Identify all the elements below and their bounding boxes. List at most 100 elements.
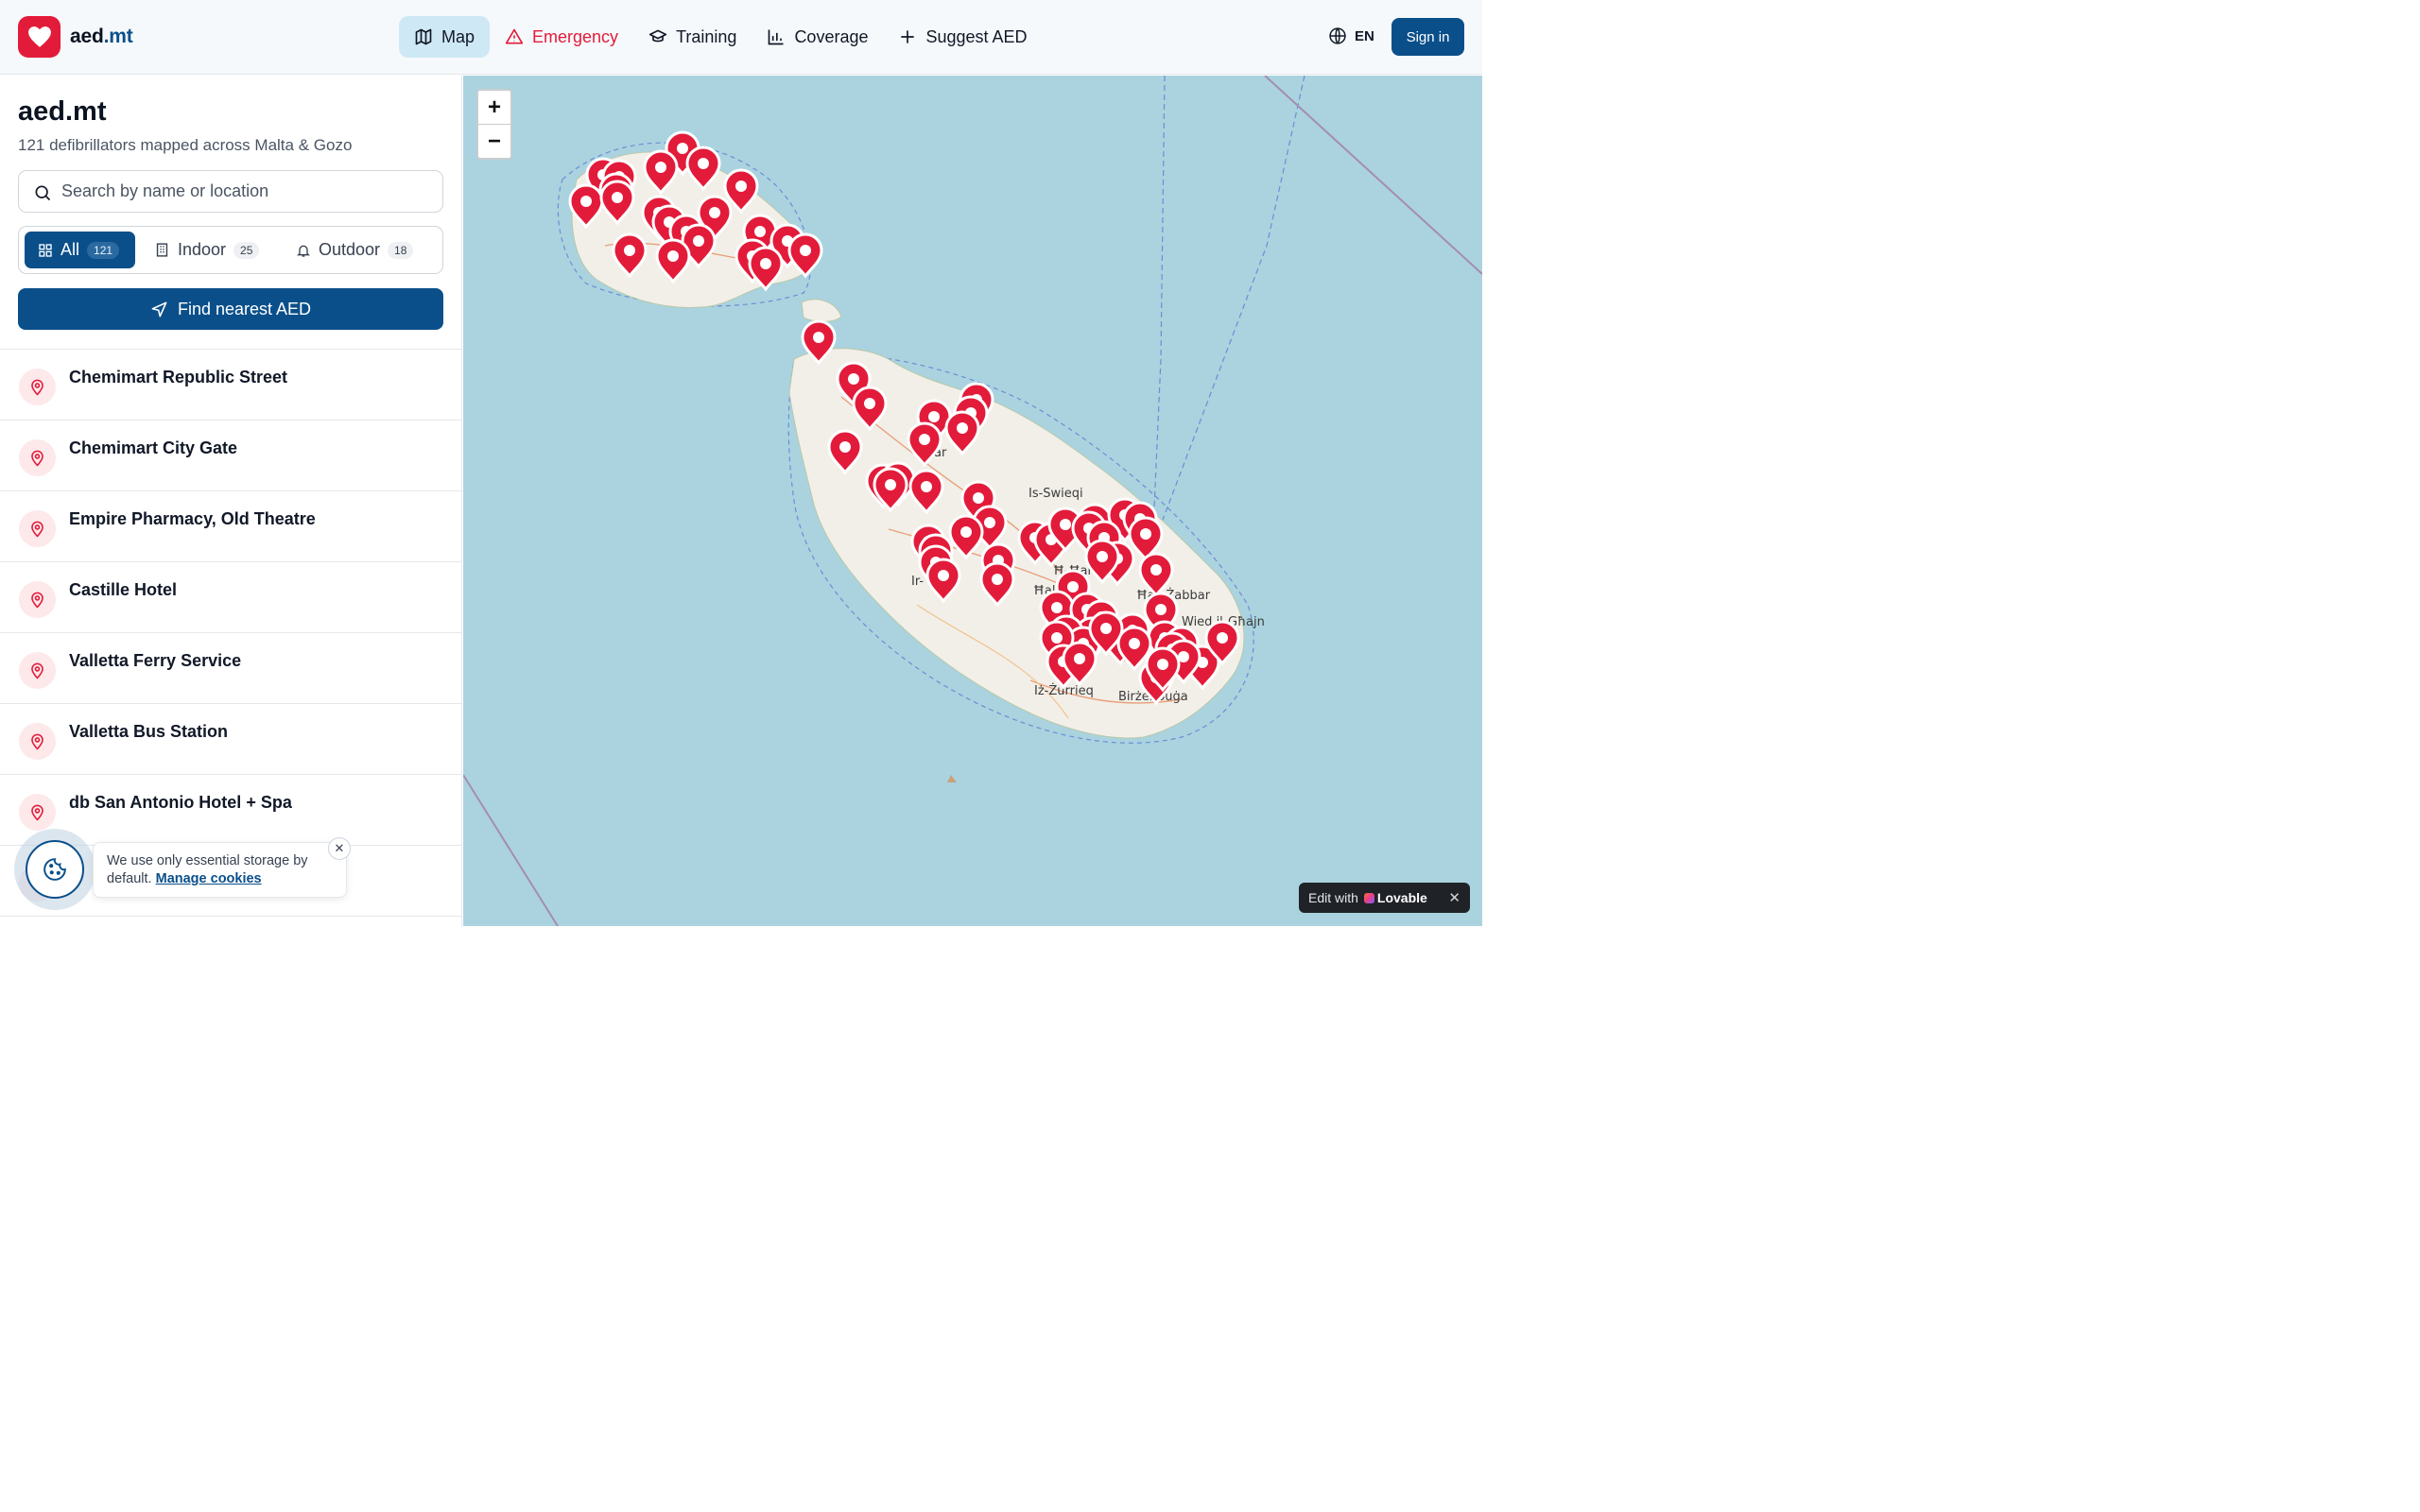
zoom-control: + −	[476, 89, 512, 160]
nav-map[interactable]: Map	[399, 16, 491, 58]
location-name: Castille Hotel	[69, 580, 178, 599]
lovable-brand-text: Lovable	[1376, 890, 1427, 905]
aed-marker[interactable]	[685, 146, 721, 192]
zoom-out-button[interactable]: −	[478, 125, 510, 159]
main-nav: Map Emergency Training Coverage Suggest …	[399, 16, 1043, 58]
filter-all-label: All	[60, 240, 80, 259]
list-item[interactable]: Chemimart City Gate	[0, 421, 461, 491]
lovable-logo-icon	[1363, 892, 1374, 903]
nav-suggest-aed-label: Suggest AED	[925, 26, 1028, 46]
filter-outdoor-count: 18	[388, 241, 414, 259]
map-view[interactable]: Is-Swieqi Ħal Ħaż-Żabbar Wied il-Għajn I…	[463, 76, 1482, 926]
map-pin-icon	[19, 369, 56, 405]
aed-marker[interactable]	[852, 386, 888, 432]
aed-marker[interactable]	[1138, 552, 1174, 598]
bell-icon	[297, 245, 310, 257]
sidebar-subtitle: 121 defibrillators mapped across Malta &…	[18, 136, 353, 154]
close-icon: ✕	[334, 841, 345, 855]
map-pin-icon	[19, 439, 56, 476]
brand-name[interactable]: aed.mt	[70, 26, 133, 48]
cookie-close-button[interactable]: ✕	[328, 837, 351, 860]
map-pin-icon	[19, 794, 56, 831]
close-icon[interactable]: ✕	[1448, 889, 1461, 906]
filter-outdoor-label: Outdoor	[319, 240, 381, 259]
lovable-badge[interactable]: Edit with Lovable ✕	[1299, 883, 1470, 913]
map-pin-icon	[19, 723, 56, 760]
bar-chart-icon	[769, 29, 784, 45]
aed-marker[interactable]	[908, 469, 944, 515]
filter-indoor[interactable]: Indoor 25	[141, 232, 272, 268]
aed-marker[interactable]	[944, 410, 980, 456]
nav-emergency[interactable]: Emergency	[490, 16, 633, 58]
aed-marker[interactable]	[612, 232, 648, 279]
find-nearest-aed-button[interactable]: Find nearest AED	[18, 288, 443, 330]
sidebar: aed.mt 121 defibrillators mapped across …	[0, 76, 462, 926]
navigation-arrow-icon	[151, 301, 167, 317]
aed-marker[interactable]	[979, 561, 1015, 608]
cookie-icon	[43, 858, 66, 881]
aed-marker[interactable]	[925, 558, 961, 604]
location-name: Empire Pharmacy, Old Theatre	[69, 509, 316, 528]
zoom-in-button[interactable]: +	[478, 91, 510, 125]
plus-icon	[901, 30, 915, 43]
filter-group: All 121 Indoor 25 Outdoor 18	[18, 226, 443, 274]
grid-icon	[39, 243, 52, 257]
filter-outdoor[interactable]: Outdoor 18	[283, 232, 426, 268]
manage-cookies-link[interactable]: Manage cookies	[156, 871, 262, 886]
filter-indoor-count: 25	[233, 241, 260, 259]
list-item[interactable]: Valletta Bus Station	[0, 704, 461, 775]
aed-marker[interactable]	[599, 180, 635, 226]
list-item[interactable]: Castille Hotel	[0, 562, 461, 633]
location-name: Valletta Ferry Service	[69, 651, 242, 670]
nav-training-label: Training	[676, 26, 737, 46]
aed-marker[interactable]	[827, 429, 863, 475]
globe-icon	[1329, 27, 1346, 44]
search-box[interactable]	[18, 170, 443, 213]
nav-coverage[interactable]: Coverage	[752, 16, 883, 58]
list-item[interactable]: Empire Pharmacy, Old Theatre	[0, 491, 461, 562]
warning-triangle-icon	[505, 28, 524, 44]
filter-all-count: 121	[87, 241, 120, 259]
language-label: EN	[1355, 27, 1374, 44]
lovable-brand: Lovable	[1363, 890, 1427, 905]
language-switcher[interactable]: EN	[1328, 26, 1374, 45]
nav-training[interactable]: Training	[633, 16, 752, 58]
map-pin-icon	[19, 652, 56, 689]
aed-marker[interactable]	[787, 232, 823, 279]
aed-marker-layer	[568, 130, 1240, 706]
filter-indoor-label: Indoor	[178, 240, 227, 259]
aed-marker[interactable]	[568, 183, 604, 230]
cookie-settings-button[interactable]	[14, 829, 95, 910]
nav-emergency-label: Emergency	[532, 26, 619, 46]
aed-marker[interactable]	[643, 149, 679, 196]
filter-all[interactable]: All 121	[25, 232, 135, 268]
map-pin-icon	[19, 510, 56, 547]
aed-marker[interactable]	[907, 421, 942, 468]
brand-name-main: aed	[70, 26, 104, 47]
list-item[interactable]: Chemimart Republic Street	[0, 350, 461, 421]
nav-coverage-label: Coverage	[794, 26, 869, 46]
location-name: db San Antonio Hotel + Spa	[69, 793, 292, 812]
aed-marker[interactable]	[948, 514, 984, 560]
map-pin-icon	[19, 581, 56, 618]
find-nearest-aed-label: Find nearest AED	[177, 299, 312, 318]
location-name: Chemimart City Gate	[69, 438, 238, 457]
sidebar-title: aed.mt	[18, 96, 107, 127]
search-input[interactable]	[61, 171, 430, 212]
nav-map-label: Map	[441, 26, 475, 46]
location-name: Chemimart Republic Street	[69, 368, 288, 387]
aed-marker[interactable]	[748, 246, 784, 292]
brand-name-tld: .mt	[103, 26, 133, 47]
list-item[interactable]: Valletta Ferry Service	[0, 633, 461, 704]
heart-logo-icon[interactable]	[18, 16, 60, 58]
aed-marker[interactable]	[655, 238, 691, 284]
map-icon	[415, 28, 432, 45]
nav-suggest-aed[interactable]: Suggest AED	[883, 16, 1042, 58]
cookie-notice: We use only essential storage by default…	[93, 842, 347, 898]
search-icon	[35, 185, 51, 201]
sign-in-button[interactable]: Sign in	[1392, 18, 1464, 56]
aed-marker[interactable]	[801, 319, 837, 366]
cookie-icon-circle	[26, 840, 84, 899]
location-name: Valletta Bus Station	[69, 722, 229, 741]
graduation-cap-icon	[648, 29, 667, 43]
